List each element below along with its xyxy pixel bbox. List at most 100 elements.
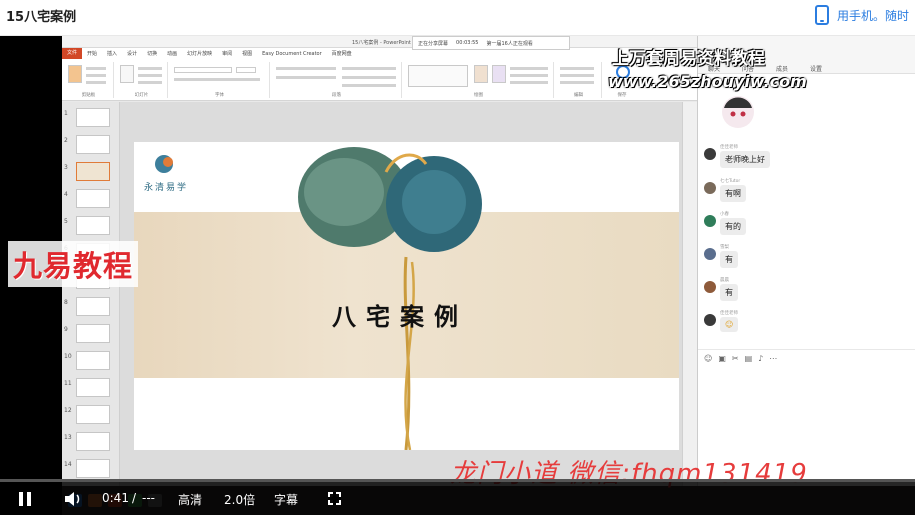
ppt-tab-baidu: 百度网盘 xyxy=(331,51,352,57)
align-buttons xyxy=(276,76,336,79)
slide-thumbnail xyxy=(76,297,110,316)
screen-share-indicator: 正在分享屏幕 00:03:55 第一届16人正在观看 xyxy=(412,36,570,50)
ribbon-group-font: 字体 xyxy=(170,62,270,98)
shape-fill-icon xyxy=(510,67,548,70)
message-author: 佳佳老师 xyxy=(720,311,738,316)
ppt-ribbon-tabs: 文件 开始 插入 设计 切换 动画 幻灯片放映 审阅 视图 Easy Docum… xyxy=(62,48,697,59)
ribbon-group-label: 幻灯片 xyxy=(134,93,149,98)
phone-view-link[interactable]: 用手机。随时 xyxy=(814,5,909,25)
slide-thumbnail-selected xyxy=(76,162,110,181)
captured-screen: 15八宅案例 - PowerPoint 文件 开始 插入 设计 切换 动画 幻灯… xyxy=(62,36,915,515)
slide-thumbnail xyxy=(76,324,110,343)
align-text-icon xyxy=(342,76,396,79)
message-text: 有啊 xyxy=(720,185,746,202)
text-direction-icon xyxy=(342,67,396,70)
ppt-tab-insert: 插入 xyxy=(107,51,118,57)
ppt-tab-home: 开始 xyxy=(87,51,98,57)
chat-message: 小春 有的 xyxy=(704,211,904,241)
subtitle-button[interactable]: 字幕 xyxy=(274,491,298,508)
message-author: 小春 xyxy=(720,212,729,217)
slide-thumbnail xyxy=(76,351,110,370)
viewer-count: 第一届16人正在观看 xyxy=(486,40,533,47)
slide-thumbnail xyxy=(76,216,110,235)
slide-thumbnail xyxy=(76,135,110,154)
ppt-tab-review: 审阅 xyxy=(222,51,233,57)
phone-icon xyxy=(814,5,829,25)
cut-icon xyxy=(86,67,106,70)
arrange-icon xyxy=(474,65,488,83)
slide-thumbnail xyxy=(76,378,110,397)
user-avatar xyxy=(704,281,716,293)
chat-message: 佳佳老师 ☺ xyxy=(704,310,904,340)
reset-icon xyxy=(138,74,162,77)
mic-icon[interactable]: ♪ xyxy=(758,354,763,363)
thumb-number: 2 xyxy=(64,137,68,144)
ribbon-group-label: 字体 xyxy=(215,93,224,98)
ribbon-group-label: 保存 xyxy=(617,93,627,98)
chat-panel: 聊天 问答 成员 设置 佳佳老师 老师晚上好 七七Tutor 有啊 小春 有的 … xyxy=(697,36,915,486)
page-title: 15八宅案例 xyxy=(6,10,77,25)
user-avatar xyxy=(704,248,716,260)
replace-icon xyxy=(560,74,594,77)
slide-thumbnail xyxy=(76,459,110,478)
slide-thumbnails-pane: 1 2 3 4 5 6 7 8 9 xyxy=(62,102,120,515)
video-player[interactable]: 15八宅案例 - PowerPoint 文件 开始 插入 设计 切换 动画 幻灯… xyxy=(0,36,915,515)
current-time: 0:41 xyxy=(102,491,129,505)
page-header: 15八宅案例 用手机。随时 xyxy=(0,0,915,36)
share-duration: 00:03:55 xyxy=(456,40,479,46)
font-name-select xyxy=(174,67,232,73)
chat-tab-settings: 设置 xyxy=(810,66,823,73)
ppt-titlebar: 15八宅案例 - PowerPoint xyxy=(62,36,697,48)
ribbon-group-slides: 幻灯片 xyxy=(116,62,168,98)
message-author: 晨晨 xyxy=(720,278,729,283)
new-slide-icon xyxy=(120,65,134,83)
shape-effects-icon xyxy=(510,81,548,84)
ribbon-group-label: 剪贴板 xyxy=(81,93,96,98)
list-buttons xyxy=(276,67,336,70)
message-author: 佳佳老师 xyxy=(720,145,738,150)
image-icon[interactable]: ▣ xyxy=(718,354,726,363)
chat-message: 佳佳老师 老师晚上好 xyxy=(704,144,904,174)
format-painter-icon xyxy=(86,81,106,84)
emoji-icon[interactable]: ☺ xyxy=(704,354,712,363)
user-avatar xyxy=(704,182,716,194)
message-author: 七七Tutor xyxy=(720,179,741,184)
thumb-number: 11 xyxy=(64,380,72,387)
anime-avatar-sticker xyxy=(722,96,754,128)
font-style-buttons xyxy=(174,78,260,81)
pause-icon[interactable] xyxy=(19,492,31,506)
shape-outline-icon xyxy=(510,74,548,77)
ribbon-group-paragraph: 段落 xyxy=(272,62,402,98)
thumb-number: 8 xyxy=(64,299,68,306)
shapes-gallery xyxy=(408,65,468,87)
speed-button[interactable]: 2.0倍 xyxy=(224,491,255,508)
message-text: 有的 xyxy=(720,218,746,235)
ppt-tab-animations: 动画 xyxy=(167,51,178,57)
paste-icon xyxy=(68,65,82,83)
time-separator: / xyxy=(132,491,137,505)
quick-styles-icon xyxy=(492,65,506,83)
ribbon-group-label: 绘图 xyxy=(474,93,483,98)
find-icon xyxy=(560,67,594,70)
watermark-url: www.265zhouyiw.com xyxy=(608,72,807,91)
quality-button[interactable]: 高清 xyxy=(178,491,202,508)
ppt-window-title: 15八宅案例 - PowerPoint xyxy=(352,40,411,46)
ribbon-group-editing: 编辑 xyxy=(556,62,602,98)
layout-icon xyxy=(138,67,162,70)
slide-thumbnail xyxy=(76,432,110,451)
chat-message: 七七Tutor 有啊 xyxy=(704,178,904,208)
slide-logo-text: 永清易学 xyxy=(144,183,189,193)
more-icon[interactable]: ⋯ xyxy=(769,354,777,363)
volume-icon[interactable] xyxy=(64,491,82,507)
thumb-number: 1 xyxy=(64,110,68,117)
fullscreen-icon[interactable] xyxy=(328,492,341,505)
copy-icon xyxy=(86,74,106,77)
thumb-number: 5 xyxy=(64,218,68,225)
chat-toolbar: ☺ ▣ ✂ ▤ ♪ ⋯ xyxy=(698,349,915,367)
user-avatar xyxy=(704,148,716,160)
scissors-icon[interactable]: ✂ xyxy=(732,354,739,363)
message-text: 有 xyxy=(720,251,738,268)
ppt-ribbon: 剪贴板 幻灯片 字体 段落 绘图 编辑 保存 xyxy=(62,59,697,101)
folder-icon[interactable]: ▤ xyxy=(745,354,753,363)
chat-message: 雪梨 有 xyxy=(704,244,904,274)
